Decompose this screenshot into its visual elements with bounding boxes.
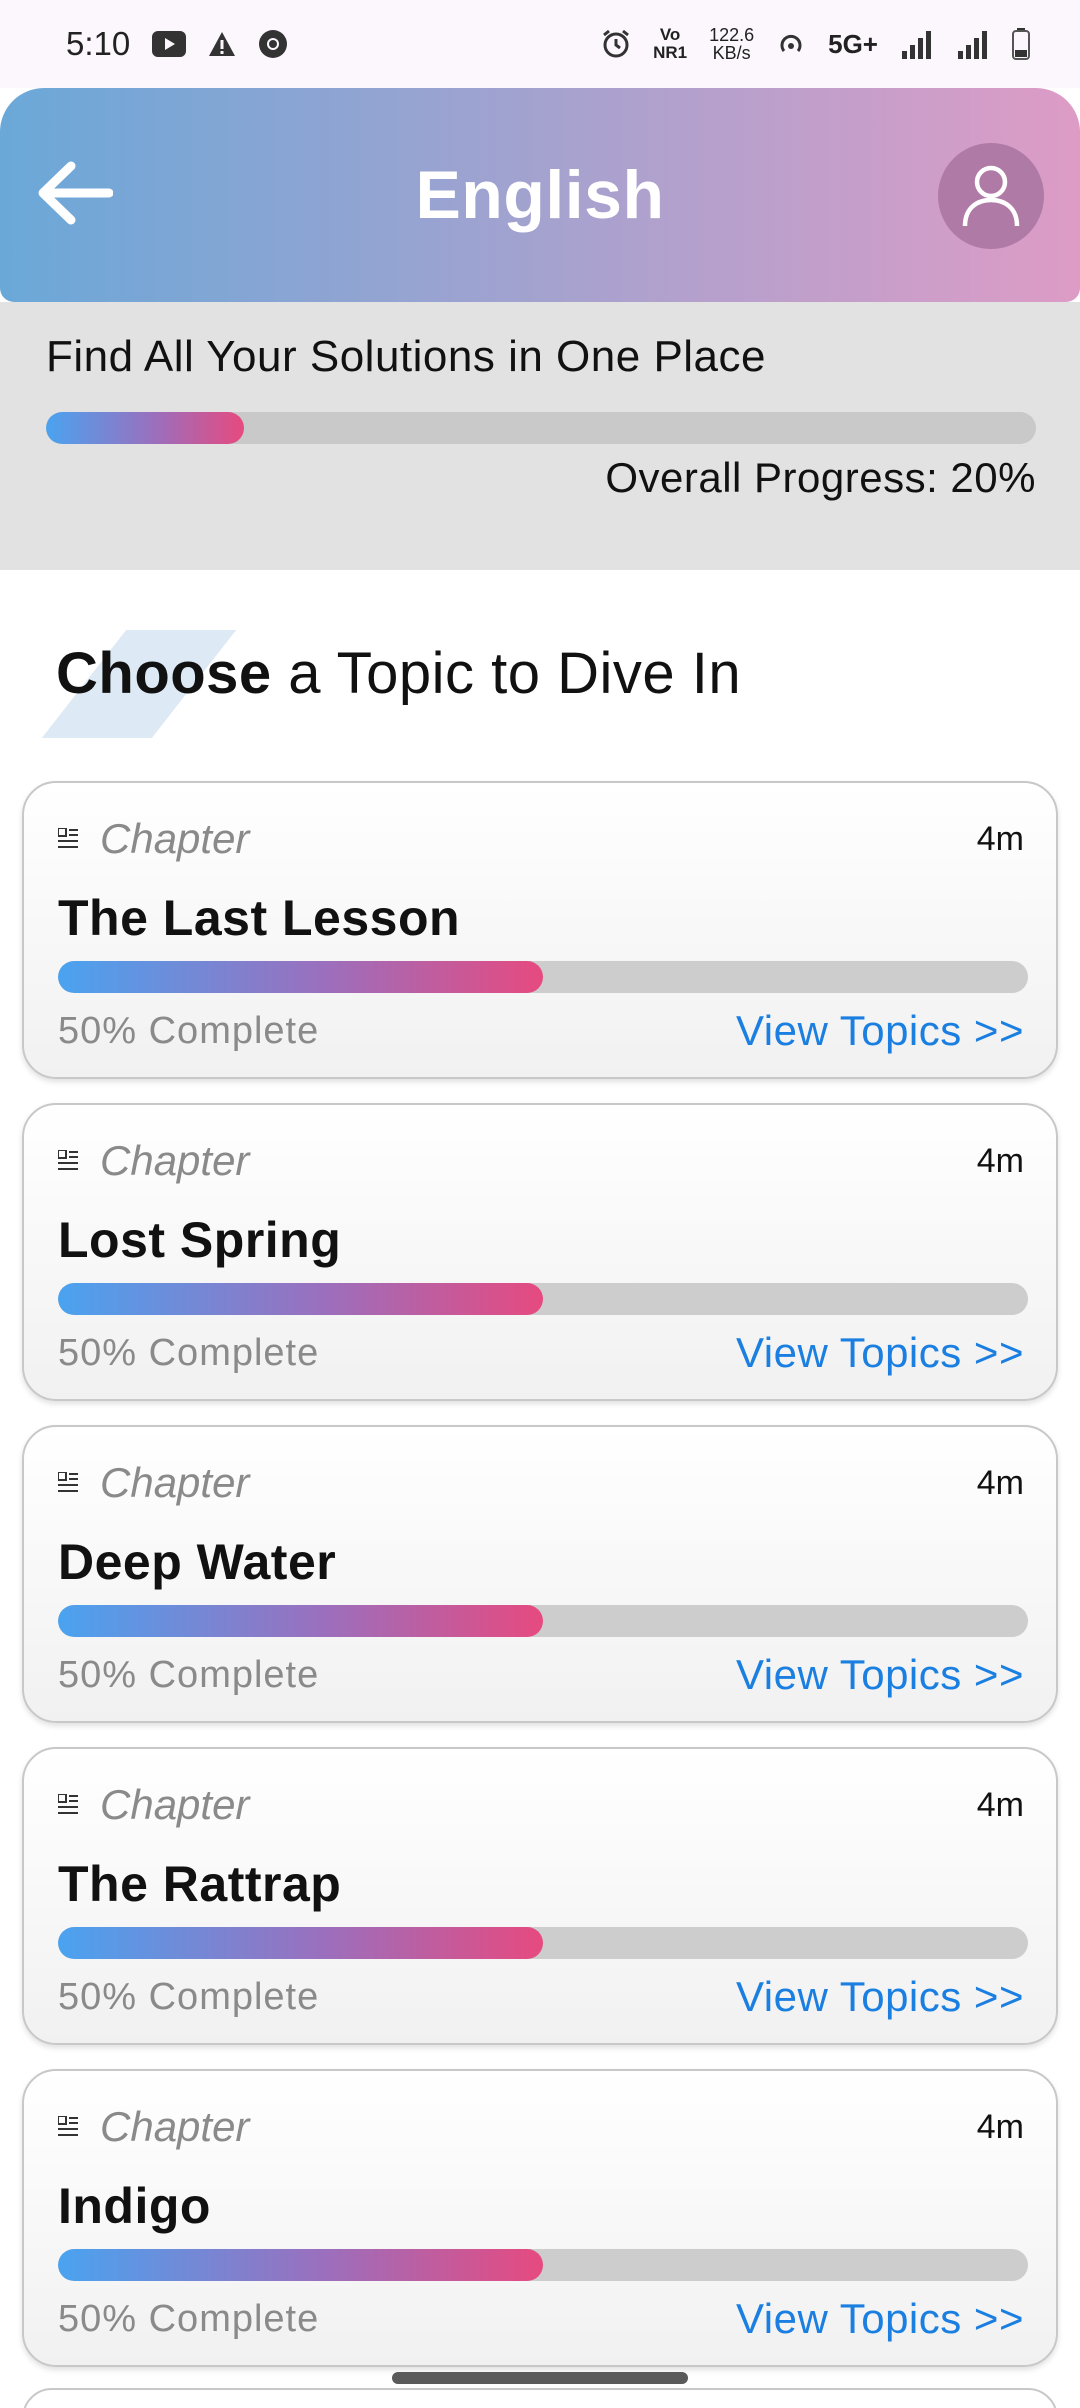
overall-progress-panel: Find All Your Solutions in One Place Ove… bbox=[0, 302, 1080, 570]
document-icon bbox=[58, 1150, 78, 1170]
section-title-bold: Choose bbox=[56, 641, 272, 706]
card-header: Chapter 4m bbox=[58, 1459, 1024, 1507]
chapter-tag: Chapter bbox=[58, 2103, 249, 2151]
overall-progress-fill bbox=[46, 412, 244, 444]
chapter-card[interactable]: Chapter 4m Deep Water 50% Complete View … bbox=[22, 1425, 1058, 1723]
chapter-progress-bar bbox=[58, 1605, 1028, 1637]
chapter-complete-label: 50% Complete bbox=[58, 1975, 320, 2018]
chapter-tag: Chapter bbox=[58, 815, 249, 863]
profile-button[interactable] bbox=[938, 143, 1044, 249]
alarm-icon bbox=[601, 29, 631, 59]
chapter-progress-fill bbox=[58, 2249, 543, 2281]
signal-icon-2 bbox=[956, 29, 990, 59]
chapter-tag: Chapter bbox=[58, 1459, 249, 1507]
card-header: Chapter 4m bbox=[58, 2103, 1024, 2151]
youtube-icon bbox=[152, 31, 187, 57]
network-speed: 122.6 KB/s bbox=[709, 26, 754, 62]
person-icon bbox=[962, 165, 1020, 227]
document-icon bbox=[58, 1472, 78, 1492]
view-topics-link[interactable]: View Topics >> bbox=[736, 1329, 1024, 1377]
chapter-tag: Chapter bbox=[58, 1781, 249, 1829]
card-footer: 50% Complete View Topics >> bbox=[58, 1329, 1024, 1377]
chapter-duration: 4m bbox=[976, 819, 1024, 858]
status-right: Vo NR1 122.6 KB/s 5G+ bbox=[601, 26, 1030, 62]
home-indicator[interactable] bbox=[392, 2372, 688, 2384]
view-topics-link[interactable]: View Topics >> bbox=[736, 1973, 1024, 2021]
card-footer: 50% Complete View Topics >> bbox=[58, 2295, 1024, 2343]
view-topics-link[interactable]: View Topics >> bbox=[736, 2295, 1024, 2343]
network-speed-value: 122.6 bbox=[709, 25, 755, 45]
chapter-duration: 4m bbox=[976, 2107, 1024, 2146]
chapter-label: Chapter bbox=[100, 815, 250, 862]
chapter-duration: 4m bbox=[976, 1785, 1024, 1824]
signal-icon bbox=[900, 29, 934, 59]
chapter-title: Lost Spring bbox=[58, 1212, 342, 1268]
page-title: English bbox=[415, 157, 665, 233]
chapter-card[interactable]: Chapter 4m Indigo 50% Complete View Topi… bbox=[22, 2069, 1058, 2367]
volte-bottom: NR1 bbox=[653, 43, 688, 62]
chapter-progress-bar bbox=[58, 1927, 1028, 1959]
card-header: Chapter 4m bbox=[58, 815, 1024, 863]
chapter-card[interactable]: Chapter 4m The Rattrap 50% Complete View… bbox=[22, 1747, 1058, 2045]
chapter-card[interactable]: Chapter 4m The Last Lesson 50% Complete … bbox=[22, 781, 1058, 1079]
chapter-progress-fill bbox=[58, 1605, 543, 1637]
status-bar: 5:10 Vo NR1 122.6 KB/s 5G+ bbox=[0, 0, 1080, 88]
chapter-progress-fill bbox=[58, 961, 543, 993]
overall-progress-label: Overall Progress: 20% bbox=[605, 454, 1036, 501]
chapter-label: Chapter bbox=[100, 1459, 250, 1506]
chapter-progress-bar bbox=[58, 961, 1028, 993]
view-topics-link[interactable]: View Topics >> bbox=[736, 1007, 1024, 1055]
chrome-icon bbox=[258, 29, 288, 59]
network-speed-unit: KB/s bbox=[712, 43, 751, 63]
card-header: Chapter 4m bbox=[58, 1781, 1024, 1829]
document-icon bbox=[58, 2116, 78, 2136]
card-footer: 50% Complete View Topics >> bbox=[58, 1973, 1024, 2021]
overall-progress-bar bbox=[46, 412, 1036, 444]
section-title: Choose a Topic to Dive In bbox=[41, 630, 742, 738]
document-icon bbox=[58, 828, 78, 848]
back-button[interactable] bbox=[30, 148, 120, 238]
chapter-title: The Last Lesson bbox=[58, 890, 461, 946]
chapter-complete-label: 50% Complete bbox=[58, 1009, 320, 1052]
chapter-progress-bar bbox=[58, 1283, 1028, 1315]
status-time: 5:10 bbox=[66, 25, 131, 62]
card-footer: 50% Complete View Topics >> bbox=[58, 1651, 1024, 1699]
chapter-duration: 4m bbox=[976, 1463, 1024, 1502]
chapter-label: Chapter bbox=[100, 1781, 250, 1828]
chapter-title: The Rattrap bbox=[58, 1856, 342, 1912]
network-type: 5G+ bbox=[828, 28, 878, 59]
chapter-title: Deep Water bbox=[58, 1534, 337, 1590]
document-icon bbox=[58, 1794, 78, 1814]
warning-icon bbox=[208, 31, 236, 57]
view-topics-link[interactable]: View Topics >> bbox=[736, 1651, 1024, 1699]
chapter-card[interactable]: Chapter 4m Lost Spring 50% Complete View… bbox=[22, 1103, 1058, 1401]
panel-heading: Find All Your Solutions in One Place bbox=[46, 332, 767, 381]
hotspot-icon bbox=[776, 29, 806, 59]
chapter-progress-bar bbox=[58, 2249, 1028, 2281]
chapter-progress-fill bbox=[58, 1927, 543, 1959]
chapter-duration: 4m bbox=[976, 1141, 1024, 1180]
chapter-title: Indigo bbox=[58, 2178, 211, 2234]
volte-indicator: Vo NR1 bbox=[653, 26, 687, 62]
chapter-progress-fill bbox=[58, 1283, 543, 1315]
section-title-rest: a Topic to Dive In bbox=[271, 641, 742, 706]
card-footer: 50% Complete View Topics >> bbox=[58, 1007, 1024, 1055]
card-header: Chapter 4m bbox=[58, 1137, 1024, 1185]
app-header: English bbox=[0, 88, 1080, 302]
chapter-card-partial[interactable] bbox=[22, 2388, 1058, 2408]
arrow-left-icon bbox=[38, 161, 113, 225]
chapter-label: Chapter bbox=[100, 1137, 250, 1184]
chapter-complete-label: 50% Complete bbox=[58, 1331, 320, 1374]
battery-icon bbox=[1012, 28, 1030, 60]
volte-top: Vo bbox=[659, 25, 681, 44]
chapter-label: Chapter bbox=[100, 2103, 250, 2150]
chapter-complete-label: 50% Complete bbox=[58, 2297, 320, 2340]
status-left: 5:10 bbox=[66, 25, 288, 63]
chapter-complete-label: 50% Complete bbox=[58, 1653, 320, 1696]
chapter-tag: Chapter bbox=[58, 1137, 249, 1185]
